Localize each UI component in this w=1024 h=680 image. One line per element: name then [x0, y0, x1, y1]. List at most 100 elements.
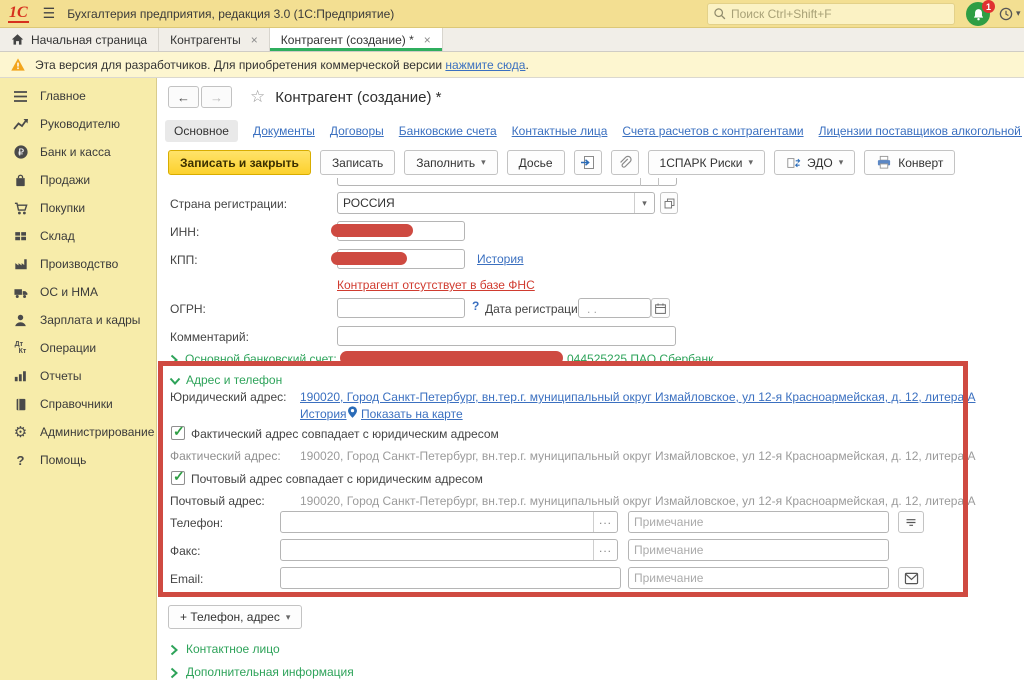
chevron-right-icon[interactable] — [170, 644, 178, 656]
dev-version-warning: Эта версия для разработчиков. Для приобр… — [0, 52, 1024, 78]
book-icon — [12, 396, 29, 412]
tab-home-label: Начальная страница — [31, 33, 147, 47]
warning-text: Эта версия для разработчиков. Для приобр… — [35, 58, 529, 72]
reg-date-value: . . — [579, 299, 650, 316]
tab-alcohol-licenses[interactable]: Лицензии поставщиков алкогольной продукц… — [819, 124, 1022, 138]
buy-version-link[interactable]: нажмите сюда — [445, 58, 525, 72]
sidebar-item-fixed-assets[interactable]: ОС и НМА — [0, 278, 156, 306]
bag-icon — [12, 172, 29, 188]
additional-info-section[interactable]: Дополнительная информация — [186, 665, 354, 679]
forward-button[interactable]: → — [201, 86, 232, 108]
load-document-button[interactable] — [574, 150, 602, 175]
kpp-redaction — [331, 252, 407, 265]
tab-contact-persons[interactable]: Контактные лица — [512, 124, 608, 138]
close-icon[interactable]: × — [424, 33, 431, 47]
calendar-icon — [654, 302, 667, 315]
help-icon[interactable]: ? — [472, 299, 479, 313]
document-arrow-icon — [580, 155, 596, 171]
favorite-star-icon[interactable]: ☆ — [250, 87, 265, 107]
ogrn-label: ОГРН: — [170, 302, 206, 316]
back-button[interactable]: ← — [168, 86, 199, 108]
envelope-print-button[interactable]: Конверт — [864, 150, 955, 175]
sidebar-item-references[interactable]: Справочники — [0, 390, 156, 418]
country-combo[interactable]: РОССИЯ ▾ — [337, 192, 655, 214]
dropdown-caret-icon[interactable]: ▾ — [634, 193, 654, 213]
main-menu-icon[interactable]: ☰ — [43, 5, 56, 22]
sidebar-item-salary[interactable]: Зарплата и кадры — [0, 306, 156, 334]
global-search[interactable] — [707, 3, 955, 25]
fill-button[interactable]: Заполнить▾ — [404, 150, 497, 175]
sidebar-item-main[interactable]: Главное — [0, 82, 156, 110]
sidebar-item-purchases[interactable]: Покупки — [0, 194, 156, 222]
person-icon — [12, 312, 29, 328]
kpp-history-link[interactable]: История — [477, 252, 524, 266]
calendar-button[interactable] — [651, 298, 670, 318]
trend-chart-icon — [12, 116, 29, 132]
sidebar-item-production[interactable]: Производство — [0, 250, 156, 278]
country-label: Страна регистрации: — [170, 197, 287, 211]
inn-redaction — [331, 224, 413, 237]
caret-down-icon: ▾ — [481, 157, 486, 168]
form-nav-tabs: Основное Документы Договоры Банковские с… — [165, 120, 1022, 142]
menu-lines-icon — [12, 88, 29, 104]
form-title: Контрагент (создание) * — [275, 89, 441, 106]
save-and-close-button[interactable]: Записать и закрыть — [168, 150, 311, 175]
reg-date-input[interactable]: . . — [578, 298, 651, 318]
comment-label: Комментарий: — [170, 330, 249, 344]
tab-documents[interactable]: Документы — [253, 124, 315, 138]
sidebar-item-warehouse[interactable]: Склад — [0, 222, 156, 250]
topbar-caret-icon[interactable]: ▾ — [1016, 8, 1021, 19]
caret-down-icon: ▾ — [286, 612, 291, 623]
grid-icon — [12, 228, 29, 244]
cart-icon — [12, 200, 29, 216]
search-icon — [713, 7, 727, 21]
annotation-highlight-box — [158, 361, 968, 597]
search-input[interactable] — [731, 7, 949, 21]
edo-exchange-icon — [786, 156, 801, 170]
tab-counterparties-label: Контрагенты — [170, 33, 241, 47]
tab-contracts[interactable]: Договоры — [330, 124, 384, 138]
dt-kt-icon: ДтКт — [12, 340, 29, 356]
sidebar-item-help[interactable]: ? Помощь — [0, 446, 156, 474]
form-header: ← → ☆ Контрагент (создание) * — [168, 86, 441, 108]
tab-counterparties[interactable]: Контрагенты × — [159, 28, 270, 51]
tab-counterparty-new[interactable]: Контрагент (создание) * × — [270, 28, 443, 51]
fns-warning-link[interactable]: Контрагент отсутствует в базе ФНС — [337, 278, 535, 292]
ruble-circle-icon: ₽ — [12, 144, 29, 160]
spark-risks-button[interactable]: 1СПАРК Риски▾ — [648, 150, 766, 175]
notification-count-badge: 1 — [982, 0, 995, 13]
close-icon[interactable]: × — [251, 33, 258, 47]
tab-main[interactable]: Основное — [165, 120, 238, 142]
comment-input[interactable] — [337, 326, 676, 346]
tab-bar: Начальная страница Контрагенты × Контраг… — [0, 28, 1024, 52]
caret-down-icon: ▾ — [749, 157, 754, 168]
edo-button[interactable]: ЭДО▾ — [774, 150, 855, 175]
open-country-button[interactable] — [660, 192, 678, 214]
save-button[interactable]: Записать — [320, 150, 395, 175]
truck-icon — [12, 284, 29, 300]
chevron-right-icon[interactable] — [170, 667, 178, 679]
sidebar-item-reports[interactable]: Отчеты — [0, 362, 156, 390]
sidebar-item-manager[interactable]: Руководителю — [0, 110, 156, 138]
gear-icon: ⚙ — [12, 424, 29, 440]
sidebar-item-administration[interactable]: ⚙ Администрирование — [0, 418, 156, 446]
contact-person-section[interactable]: Контактное лицо — [186, 642, 280, 656]
home-icon — [11, 33, 24, 46]
tab-settlement-accounts[interactable]: Счета расчетов с контрагентами — [622, 124, 803, 138]
paperclip-icon — [617, 155, 632, 170]
caret-down-icon: ▾ — [839, 157, 844, 168]
window-title: Бухгалтерия предприятия, редакция 3.0 (1… — [67, 7, 394, 21]
form-toolbar: Записать и закрыть Записать Заполнить▾ Д… — [168, 150, 955, 175]
add-phone-address-button[interactable]: + Телефон, адрес▾ — [168, 605, 302, 629]
sidebar-item-bank[interactable]: ₽ Банк и касса — [0, 138, 156, 166]
sidebar-item-sales[interactable]: Продажи — [0, 166, 156, 194]
ogrn-input[interactable] — [337, 298, 465, 318]
history-icon[interactable] — [998, 6, 1014, 22]
sidebar-item-operations[interactable]: ДтКт Операции — [0, 334, 156, 362]
dossier-button[interactable]: Досье — [507, 150, 565, 175]
tab-home[interactable]: Начальная страница — [0, 28, 159, 51]
tab-bank-accounts[interactable]: Банковские счета — [399, 124, 497, 138]
attachments-button[interactable] — [611, 150, 639, 175]
tab-counterparty-new-label: Контрагент (создание) * — [281, 33, 414, 47]
1c-logo: 1С — [8, 5, 29, 23]
